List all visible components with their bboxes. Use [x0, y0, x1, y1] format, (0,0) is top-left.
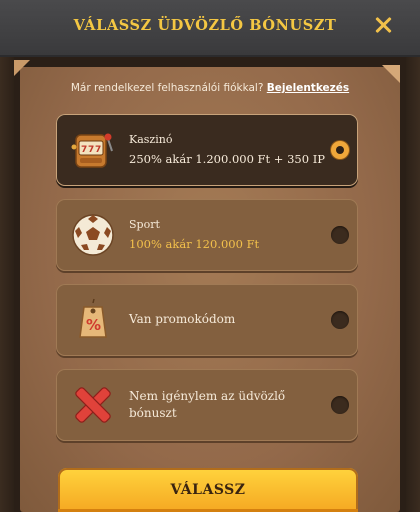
option-subtitle: 100% akár 120.000 Ft: [129, 237, 260, 251]
choose-button[interactable]: VÁLASSZ: [58, 468, 358, 512]
bonus-option-promo-code[interactable]: % Van promokódom: [56, 284, 358, 356]
radio-selected-icon[interactable]: [331, 141, 349, 159]
option-title: Van promokódom: [129, 312, 236, 326]
option-title: Sport: [129, 218, 160, 231]
login-prompt-text: Már rendelkezel felhasználói fiókkal?: [70, 82, 264, 94]
svg-text:7: 7: [81, 145, 87, 155]
panel-corner-decoration: [14, 60, 30, 76]
option-subtitle: 250% akár 1.200.000 Ft + 350 IP: [129, 152, 325, 166]
slot-machine-icon: 7 7 7: [71, 133, 113, 168]
price-tag-icon: %: [79, 298, 107, 338]
red-x-icon: [75, 387, 111, 423]
radio-unselected-icon[interactable]: [331, 396, 349, 414]
option-title: Kaszinó: [129, 133, 173, 146]
svg-text:7: 7: [88, 145, 94, 155]
bonus-option-no-bonus[interactable]: Nem igénylem az üdvözlő bónuszt: [56, 369, 358, 441]
login-prompt: Már rendelkezel felhasználói fiókkal? Be…: [20, 82, 400, 94]
radio-unselected-icon[interactable]: [331, 226, 349, 244]
radio-unselected-icon[interactable]: [331, 311, 349, 329]
soccer-ball-icon: [72, 214, 114, 256]
bonus-option-casino[interactable]: 7 7 7 Kaszinó 250% akár 1.200.000 Ft + 3…: [56, 114, 358, 186]
close-icon[interactable]: [372, 14, 394, 36]
background-right-edge: [406, 55, 420, 512]
login-link[interactable]: Bejelentkezés: [267, 82, 349, 94]
svg-text:7: 7: [95, 145, 101, 155]
bonus-option-sport[interactable]: Sport 100% akár 120.000 Ft: [56, 199, 358, 271]
background-left-edge: [0, 55, 14, 512]
modal-header: VÁLASSZ ÜDVÖZLŐ BÓNUSZT: [0, 0, 420, 57]
panel-corner-decoration: [382, 65, 400, 83]
option-title: Nem igénylem az üdvözlő bónuszt: [129, 389, 286, 420]
modal-title: VÁLASSZ ÜDVÖZLŐ BÓNUSZT: [73, 17, 337, 34]
svg-text:%: %: [86, 316, 101, 334]
choose-button-label: VÁLASSZ: [170, 482, 246, 498]
